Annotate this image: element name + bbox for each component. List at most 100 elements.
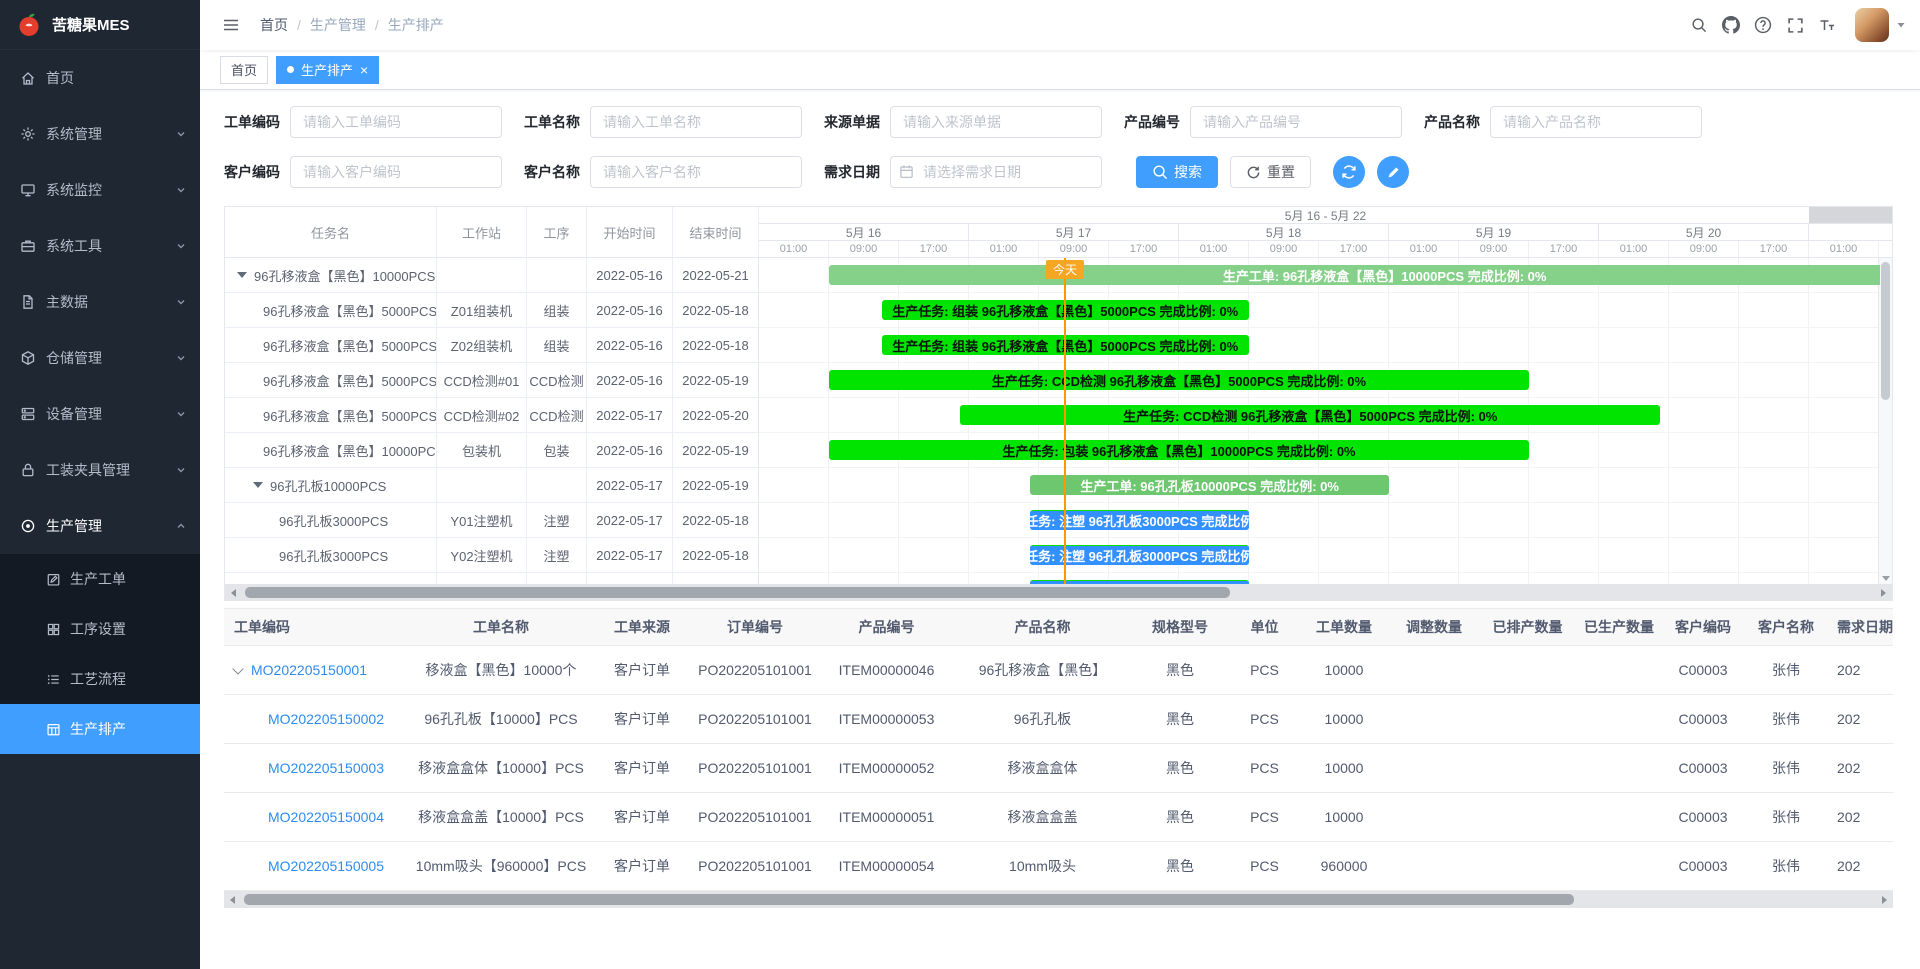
scrollbar-thumb[interactable] (245, 587, 1230, 598)
table-row[interactable]: MO20220515000510mm吸头【960000】PCS客户订单PO202… (224, 842, 1893, 891)
tab-close-icon[interactable]: × (360, 63, 368, 77)
breadcrumb-item[interactable]: 首页 (260, 15, 288, 35)
tab-scheduling[interactable]: 生产排产× (276, 56, 379, 84)
order-link[interactable]: MO202205150004 (268, 809, 384, 825)
gantt-task-row[interactable]: 96孔移液盒【黑色】5000PCSCCD检测#02CCD检测2022-05-17… (225, 398, 758, 433)
gantt-horizontal-scrollbar[interactable] (225, 584, 1892, 601)
sidebar-item-toolbox[interactable]: 系统工具 (0, 218, 200, 274)
sidebar-subitem-process-flow[interactable]: 工艺流程 (0, 654, 200, 704)
orders-cell: 96孔孔板【10000】PCS (409, 695, 593, 744)
edit-button[interactable] (1377, 156, 1409, 188)
sidebar-item-document[interactable]: 主数据 (0, 274, 200, 330)
gantt-task-row[interactable]: 96孔孔板3000PCSY01注塑机注塑2022-05-172022-05-18 (225, 503, 758, 538)
product-code-input[interactable] (1190, 106, 1402, 138)
order-link[interactable]: MO202205150005 (268, 858, 384, 874)
gantt-task-row[interactable]: 96孔移液盒【黑色】5000PCSCCD检测#01CCD检测2022-05-16… (225, 363, 758, 398)
table-row[interactable]: MO202205150001移液盒【黑色】10000个客户订单PO2022051… (224, 646, 1893, 695)
gantt-bar[interactable]: 生产任务: CCD检测 96孔移液盒【黑色】5000PCS 完成比例: 0% (829, 370, 1529, 390)
source-doc-input[interactable] (890, 106, 1102, 138)
help-icon[interactable] (1747, 8, 1779, 42)
sidebar-item-gear[interactable]: 系统管理 (0, 106, 200, 162)
sidebar-item-production[interactable]: 生产管理 (0, 498, 200, 554)
gantt-task-row[interactable]: 96孔移液盒【黑色】10000PCS2022-05-162022-05-21 (225, 258, 758, 293)
sync-button[interactable] (1333, 156, 1365, 188)
work-order-code-input[interactable] (290, 106, 502, 138)
task-name-cell: 96孔孔板3000PCS (225, 503, 437, 537)
orders-cell: PO202205101001 (691, 744, 819, 793)
sidebar-subitem-process-settings[interactable]: 工序设置 (0, 604, 200, 654)
scroll-left-arrow-icon[interactable] (224, 891, 241, 908)
gantt-bar[interactable]: 生产工单: 96孔孔板10000PCS 完成比例: 0% (1030, 475, 1389, 495)
customer-code-input[interactable] (290, 156, 502, 188)
sidebar-subitem-work-order[interactable]: 生产工单 (0, 554, 200, 604)
orders-section: 工单编码工单名称工单来源订单编号产品编号产品名称规格型号单位工单数量调整数量已排… (224, 608, 1893, 908)
product-name-input[interactable] (1490, 106, 1702, 138)
gantt-bar-label: 生产任务: CCD检测 96孔移液盒【黑色】5000PCS 完成比例: 0% (1119, 406, 1501, 425)
gantt-task-row[interactable]: 96孔移液盒【黑色】10000PCS包装机包装2022-05-162022-05… (225, 433, 758, 468)
demand-date-input[interactable] (890, 156, 1102, 188)
table-row[interactable]: MO20220515000296孔孔板【10000】PCS客户订单PO20220… (224, 695, 1893, 744)
order-link[interactable]: MO202205150002 (268, 711, 384, 727)
monitor-icon (20, 182, 36, 198)
font-size-icon[interactable] (1811, 8, 1843, 42)
github-icon[interactable] (1715, 8, 1747, 42)
table-row[interactable]: MO202205150004移液盒盒盖【10000】PCS客户订单PO20220… (224, 793, 1893, 842)
scroll-right-arrow-icon[interactable] (1875, 584, 1892, 601)
scroll-down-arrow-icon[interactable] (1882, 576, 1890, 581)
navbar-icons (1683, 8, 1843, 42)
work-order-name-input[interactable] (590, 106, 802, 138)
sidebar-item-device[interactable]: 设备管理 (0, 386, 200, 442)
order-link[interactable]: MO202205150003 (268, 760, 384, 776)
search-button[interactable]: 搜索 (1136, 156, 1218, 188)
caret-down-icon[interactable] (1896, 20, 1906, 30)
sidebar-item-fixture[interactable]: 工装夹具管理 (0, 442, 200, 498)
screen: 苦糖果MES 首页系统管理系统监控系统工具主数据仓储管理设备管理工装夹具管理生产… (0, 0, 1920, 969)
search-icon[interactable] (1683, 8, 1715, 42)
sidebar-item-monitor[interactable]: 系统监控 (0, 162, 200, 218)
expand-triangle-icon[interactable] (237, 272, 247, 278)
avatar[interactable] (1855, 8, 1889, 42)
orders-col-header: 客户编码 (1663, 609, 1743, 646)
gantt-task-row[interactable]: 96孔移液盒【黑色】5000PCSZ02组装机组装2022-05-162022-… (225, 328, 758, 363)
reset-button[interactable]: 重置 (1230, 156, 1311, 188)
task-name-cell: 96孔移液盒【黑色】5000PCS (225, 363, 437, 397)
breadcrumb-item[interactable]: 生产管理 (310, 15, 366, 35)
orders-cell: ITEM00000051 (819, 793, 954, 842)
gantt-task-row[interactable]: 96孔孔板10000PCS2022-05-172022-05-19 (225, 468, 758, 503)
orders-col-header: 已排产数量 (1480, 609, 1575, 646)
sidebar-item-warehouse[interactable]: 仓储管理 (0, 330, 200, 386)
hamburger-icon[interactable] (214, 10, 248, 40)
orders-cell: 张伟 (1743, 695, 1829, 744)
scrollbar-thumb[interactable] (1881, 262, 1890, 400)
expand-chevron-icon[interactable] (232, 663, 243, 674)
expand-triangle-icon[interactable] (253, 482, 263, 488)
table-row[interactable]: MO202205150003移液盒盒体【10000】PCS客户订单PO20220… (224, 744, 1893, 793)
gantt-bar[interactable]: 生产任务: 包装 96孔移液盒【黑色】10000PCS 完成比例: 0% (829, 440, 1529, 460)
sidebar-subitem-label: 生产工单 (70, 569, 126, 589)
sidebar-item-home[interactable]: 首页 (0, 50, 200, 106)
gantt-vertical-scrollbar[interactable] (1878, 258, 1892, 584)
orders-horizontal-scrollbar[interactable] (224, 891, 1893, 908)
order-link[interactable]: MO202205150001 (251, 662, 367, 678)
scrollbar-thumb[interactable] (244, 894, 1574, 905)
app-logo[interactable]: 苦糖果MES (0, 0, 200, 50)
app-title: 苦糖果MES (52, 14, 130, 35)
gantt-task-row[interactable]: 96孔移液盒【黑色】5000PCSZ01组装机组装2022-05-162022-… (225, 293, 758, 328)
task-name: 96孔移液盒【黑色】5000PCS (263, 406, 437, 425)
chevron-down-icon (176, 129, 186, 139)
fullscreen-icon[interactable] (1779, 8, 1811, 42)
filter-row-2-fields: 客户编码客户名称需求日期 (224, 156, 1124, 188)
scroll-right-arrow-icon[interactable] (1876, 891, 1893, 908)
gantt-task-row[interactable]: 96孔孔板3000PCSY03注塑机注塑2022-05-172022-05-18 (225, 573, 758, 584)
filter-field: 客户名称 (524, 156, 802, 188)
orders-cell: ITEM00000053 (819, 695, 954, 744)
sidebar-subitem-scheduling[interactable]: 生产排产 (0, 704, 200, 754)
customer-name-input[interactable] (590, 156, 802, 188)
orders-cell: PO202205101001 (691, 646, 819, 695)
tab-home[interactable]: 首页 (220, 56, 268, 84)
task-cell (437, 258, 527, 292)
scroll-left-arrow-icon[interactable] (225, 584, 242, 601)
task-cell: CCD检测 (527, 363, 587, 397)
gantt-task-row[interactable]: 96孔孔板3000PCSY02注塑机注塑2022-05-172022-05-18 (225, 538, 758, 573)
gantt-bar[interactable]: 生产工单: 96孔移液盒【黑色】10000PCS 完成比例: 0% (829, 265, 1880, 285)
